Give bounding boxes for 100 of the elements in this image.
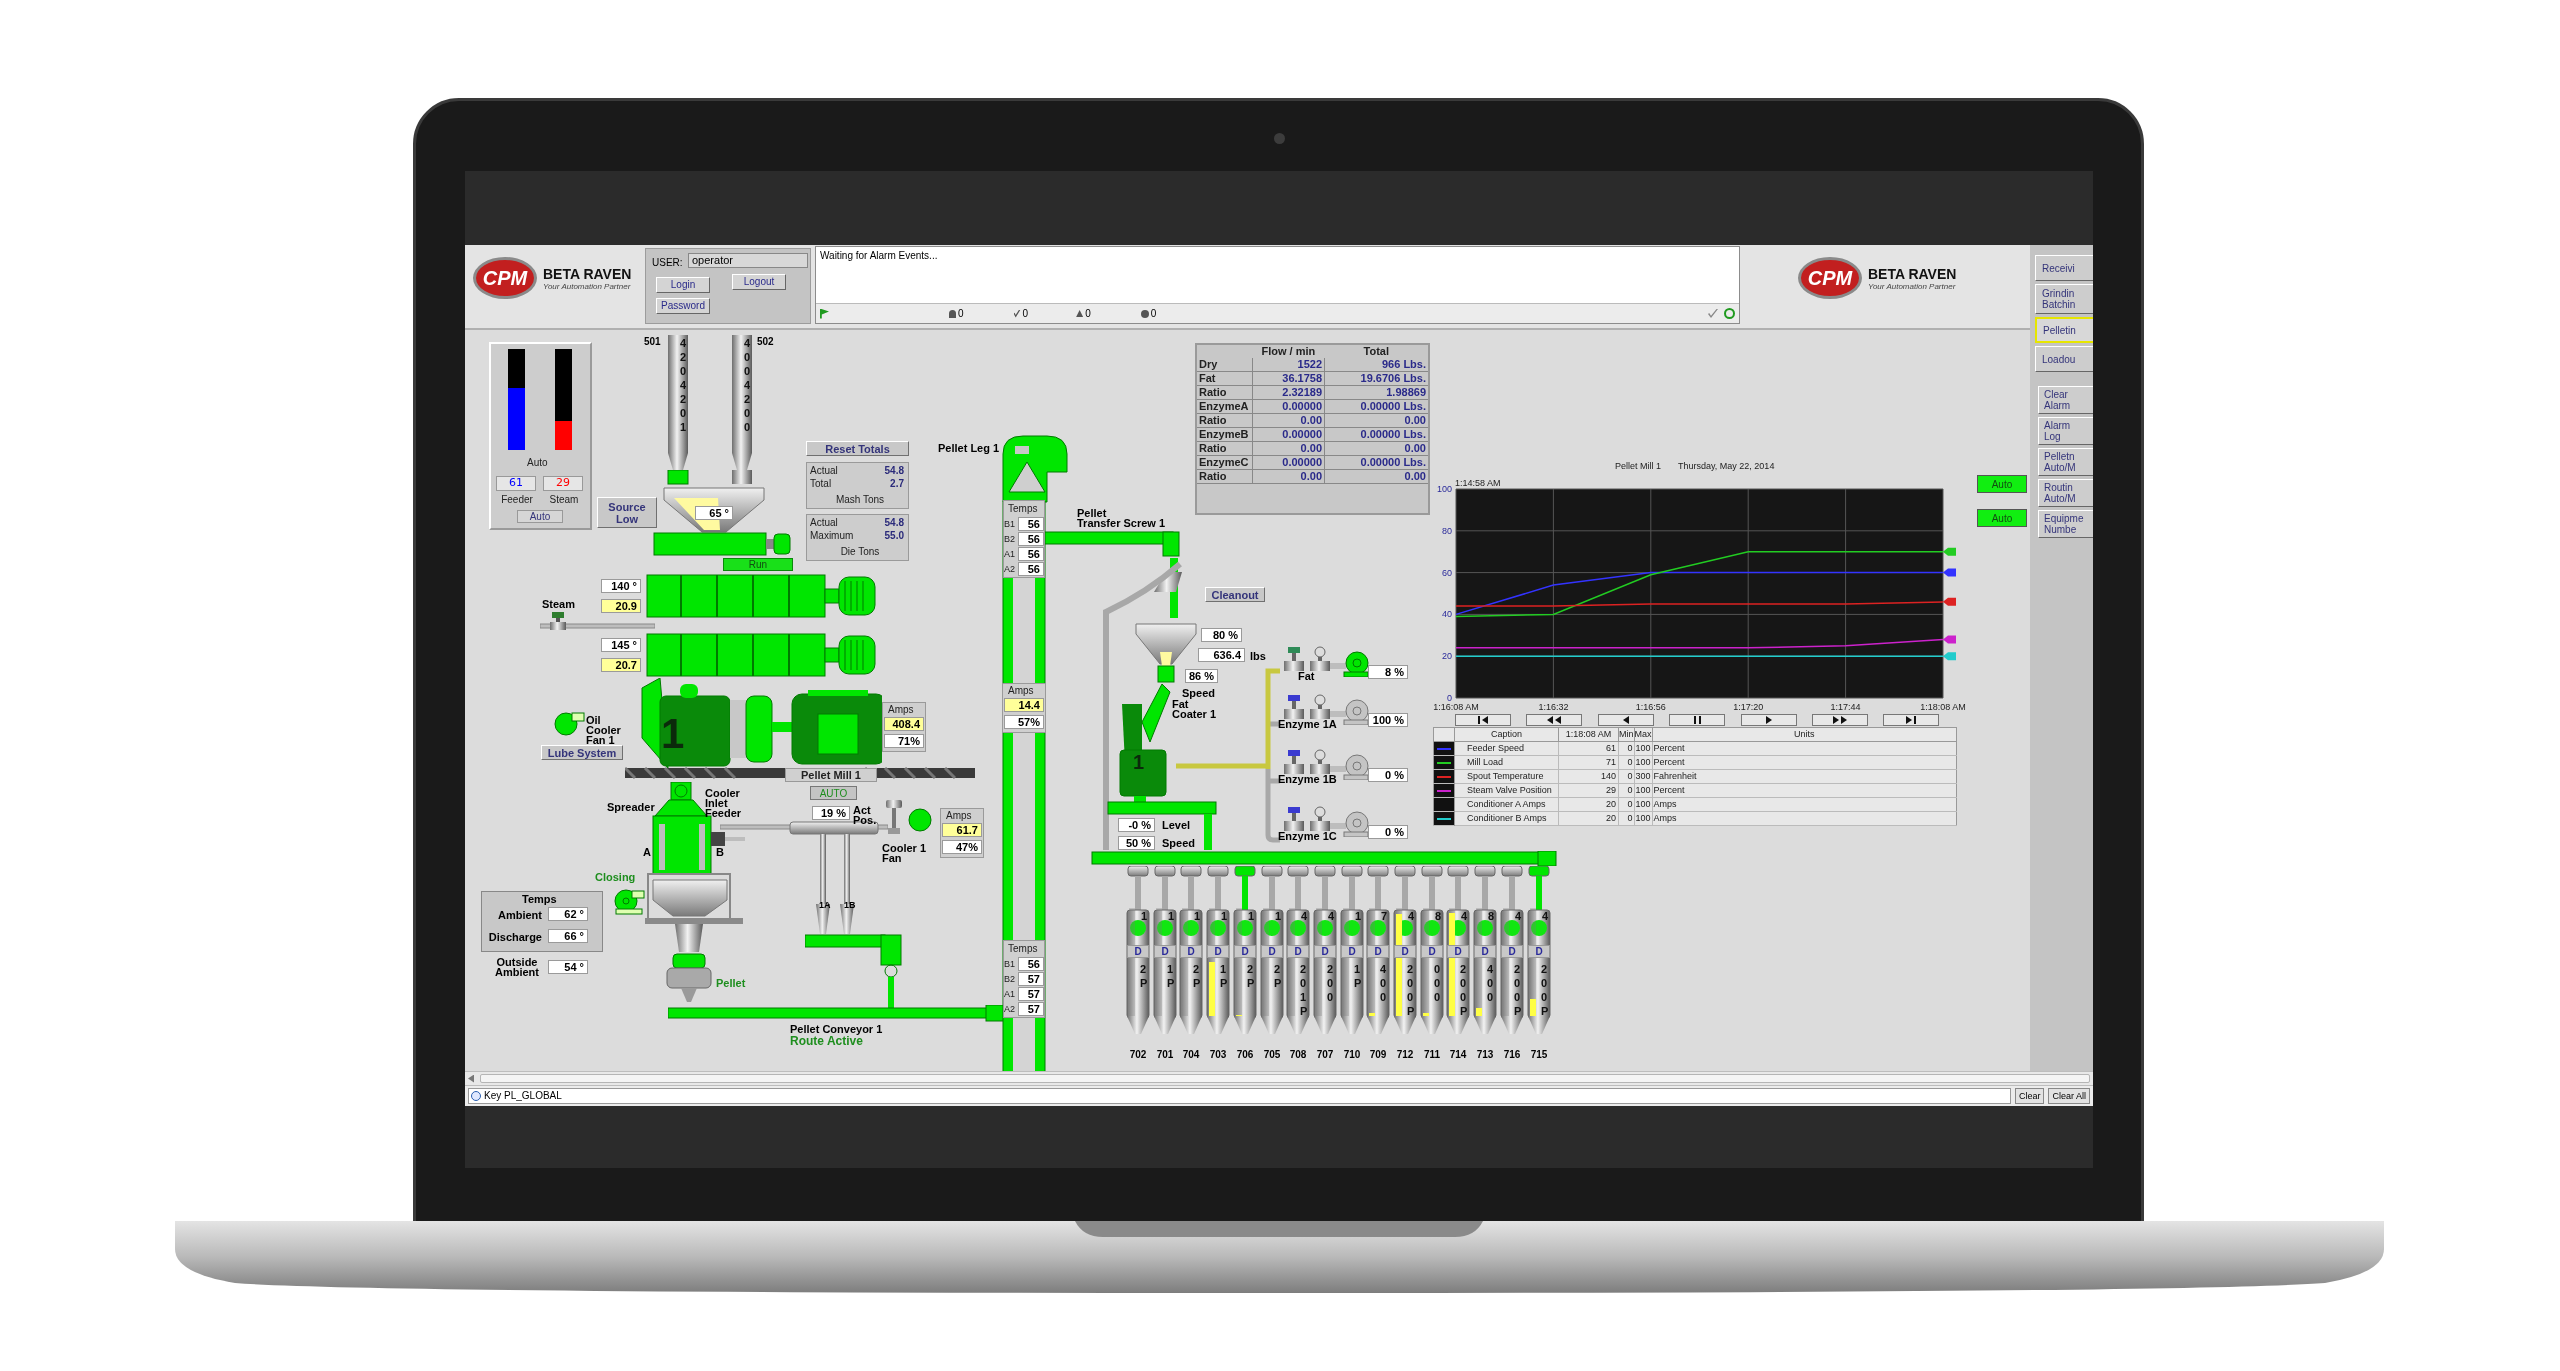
playback-button[interactable] [1741, 714, 1797, 726]
alarm-count: 0 [1022, 307, 1029, 321]
playback-button[interactable] [1598, 714, 1654, 726]
value-readout: -0 % [1118, 818, 1155, 832]
status-button[interactable]: Clear All [2048, 1088, 2090, 1104]
trace-marker [1943, 547, 1956, 556]
table-cell: 2.32189 [1252, 385, 1325, 400]
axis-tick-label: 40 [1442, 609, 1452, 620]
process-button[interactable]: Source Low [597, 497, 657, 528]
bin-tag: D [1474, 945, 1496, 958]
process-button[interactable]: Run [723, 558, 793, 571]
process-label: 1A [819, 900, 832, 910]
table-cell: 71 [1558, 755, 1619, 770]
process-label: Amps [888, 704, 915, 715]
process-button[interactable]: Cleanout [1205, 587, 1265, 602]
bin-code: 2P [1140, 962, 1147, 990]
table-cell: 100 [1634, 755, 1653, 770]
process-label: 707 [1315, 1049, 1335, 1060]
column-header: Min [1618, 727, 1634, 742]
bin-tag: D [1261, 945, 1283, 958]
table-cell: Feeder Speed [1454, 741, 1559, 756]
process-button[interactable]: Auto [517, 510, 563, 523]
column-header: Max [1634, 727, 1653, 742]
nav-tab[interactable]: Pelletin [2035, 317, 2093, 343]
info-icon [471, 1091, 481, 1101]
login-button[interactable]: Password [656, 298, 710, 314]
login-button[interactable]: Login [656, 277, 710, 293]
nav-button[interactable]: Clear Alarm [2038, 386, 2093, 414]
nav-button[interactable]: Pelletn Auto/M [2038, 448, 2093, 476]
playback-button[interactable] [1669, 714, 1725, 726]
horizontal-scrollbar[interactable] [465, 1071, 2093, 1086]
playback-button[interactable] [1455, 714, 1511, 726]
process-label: Oil Cooler Fan 1 [586, 715, 622, 745]
nav-tab[interactable]: Receivi [2035, 255, 2093, 281]
process-button[interactable]: Auto [1977, 475, 2027, 493]
process-label: A2 [1004, 563, 1016, 575]
process-button[interactable]: Auto [1977, 509, 2027, 527]
process-label: 8 [1488, 910, 1496, 922]
process-label: Feeder [500, 494, 534, 505]
login-button[interactable]: Logout [732, 274, 786, 290]
nav-tab[interactable]: Grindin Batchin [2035, 284, 2093, 314]
table-cell: Ratio [1196, 385, 1253, 400]
process-label: 706 [1235, 1049, 1255, 1060]
table-cell: 0.00000 [1252, 399, 1325, 414]
rotary-valve-drawing [1157, 665, 1177, 683]
bin-code: 2P [1193, 962, 1200, 990]
process-label: Cooler Inlet Feeder [705, 788, 743, 818]
bin-code: 2P [1247, 962, 1254, 990]
process-label: 1:14:58 AM [1455, 478, 1502, 489]
process-label: 1 [1248, 910, 1256, 922]
value-readout: 57% [1004, 715, 1044, 729]
process-label: Steam [542, 598, 577, 610]
user-field[interactable]: operator [688, 253, 808, 268]
nav-button[interactable]: Alarm Log [2038, 417, 2093, 445]
bin-tag: D [1501, 945, 1523, 958]
process-label: 4 [1408, 910, 1416, 922]
nav-button[interactable]: Equipme Numbe [2038, 510, 2093, 538]
table-cell: 0 [1618, 797, 1634, 812]
table-cell: 0.00000 Lbs. [1324, 427, 1429, 442]
acknowledge-icon [1013, 309, 1021, 318]
process-label: Speed [1182, 687, 1216, 699]
value-readout: 65 ° [695, 506, 733, 520]
table-cell: Fat [1196, 371, 1253, 386]
bin-code: 4004200 [744, 336, 751, 434]
playback-button[interactable] [1812, 714, 1868, 726]
axis-tick-label: 1:18:08 AM [1920, 702, 1966, 712]
brand-name: BETA RAVEN [1868, 265, 1957, 282]
table-cell: 0 [1618, 811, 1634, 826]
process-label: Temps [1008, 943, 1039, 954]
playback-button[interactable] [1526, 714, 1582, 726]
process-label: Mash Tons [834, 494, 886, 506]
playback-button[interactable] [1883, 714, 1939, 726]
nav-tab[interactable]: Loadou [2035, 346, 2093, 372]
process-label: Act Pos. [853, 805, 878, 825]
nav-button[interactable]: Routin Auto/M [2038, 479, 2093, 507]
table-cell: Ratio [1196, 469, 1253, 484]
refresh-icon[interactable] [1724, 308, 1735, 319]
table-cell: Fahrenheit [1652, 769, 1957, 784]
process-label: Total [810, 478, 833, 490]
status-button[interactable]: Clear [2014, 1088, 2045, 1104]
axis-tick-label: 1:17:44 [1830, 702, 1861, 712]
value-readout: 0 % [1368, 768, 1408, 782]
value-readout: 56 [1018, 547, 1044, 561]
logo-mark: CPM [1798, 257, 1862, 299]
table-cell: 1.98869 [1324, 385, 1429, 400]
process-button[interactable]: Lube System [541, 745, 623, 760]
table-cell: Ratio [1196, 413, 1253, 428]
pipe-drawing [1203, 813, 1213, 850]
table-cell: 61 [1558, 741, 1619, 756]
process-label: Amps [1008, 685, 1035, 696]
process-label: Enzyme 1A [1278, 718, 1338, 730]
process-label: Pellet Leg 1 [938, 442, 1001, 454]
table-cell: Percent [1652, 783, 1957, 798]
value-readout: 145 ° [601, 638, 641, 652]
process-label: 4 [1542, 910, 1550, 922]
process-label: 2.7 [889, 478, 904, 490]
value-readout: 56 [1018, 517, 1044, 531]
table-cell: 36.1758 [1252, 371, 1325, 386]
check-icon[interactable] [1708, 309, 1718, 318]
process-button[interactable]: Reset Totals [806, 441, 909, 456]
